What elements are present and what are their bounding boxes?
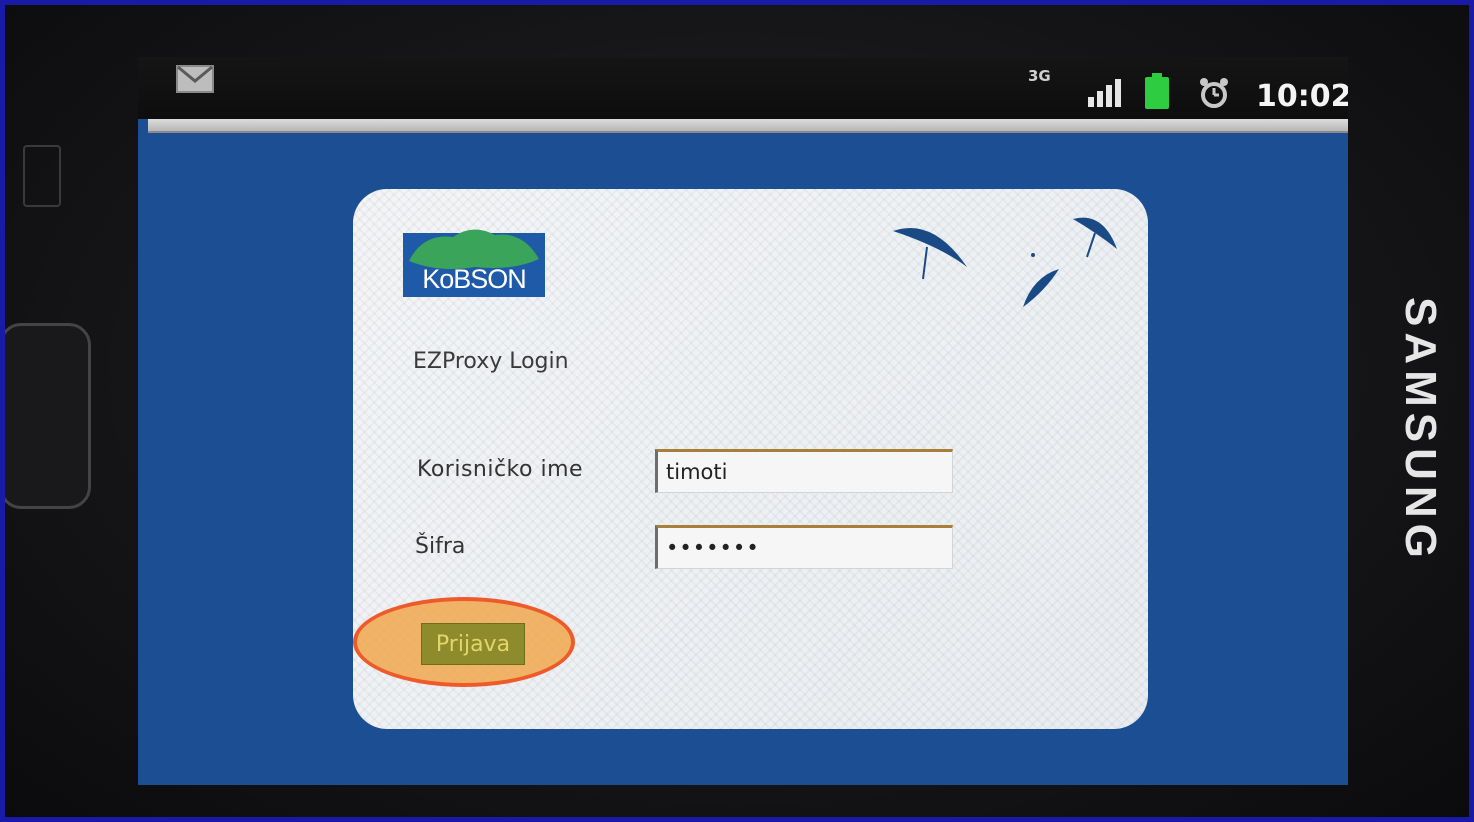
phone-body: SAMSUNG 3G 10:02 KoBSON EZProxy Login Ko… [0,5,1469,817]
page-title: EZProxy Login [413,349,569,374]
alarm-icon [1198,77,1230,113]
network-type-icon: 3G [1028,67,1051,85]
status-clock: 10:02 [1256,79,1348,114]
password-input[interactable] [655,525,953,569]
username-input[interactable] [655,449,953,493]
status-bar: 3G 10:02 [138,57,1348,119]
gmail-icon[interactable] [176,65,214,97]
umbrella-decoration-icon [883,207,1123,321]
phone-screen: 3G 10:02 KoBSON EZProxy Login Korisničko… [138,57,1348,785]
browser-url-bar[interactable] [148,119,1348,133]
login-card: KoBSON EZProxy Login Korisničko ime Šifr… [353,189,1148,729]
device-brand: SAMSUNG [1396,296,1445,564]
login-button[interactable]: Prijava [421,623,525,665]
username-label: Korisničko ime [417,457,584,482]
kobson-logo: KoBSON [403,225,545,297]
logo-text: KoBSON [422,264,527,294]
password-label: Šifra [415,534,466,559]
phone-side-slot [23,145,61,207]
signal-icon [1088,79,1122,111]
phone-side-button [0,323,91,509]
battery-icon [1144,73,1170,113]
